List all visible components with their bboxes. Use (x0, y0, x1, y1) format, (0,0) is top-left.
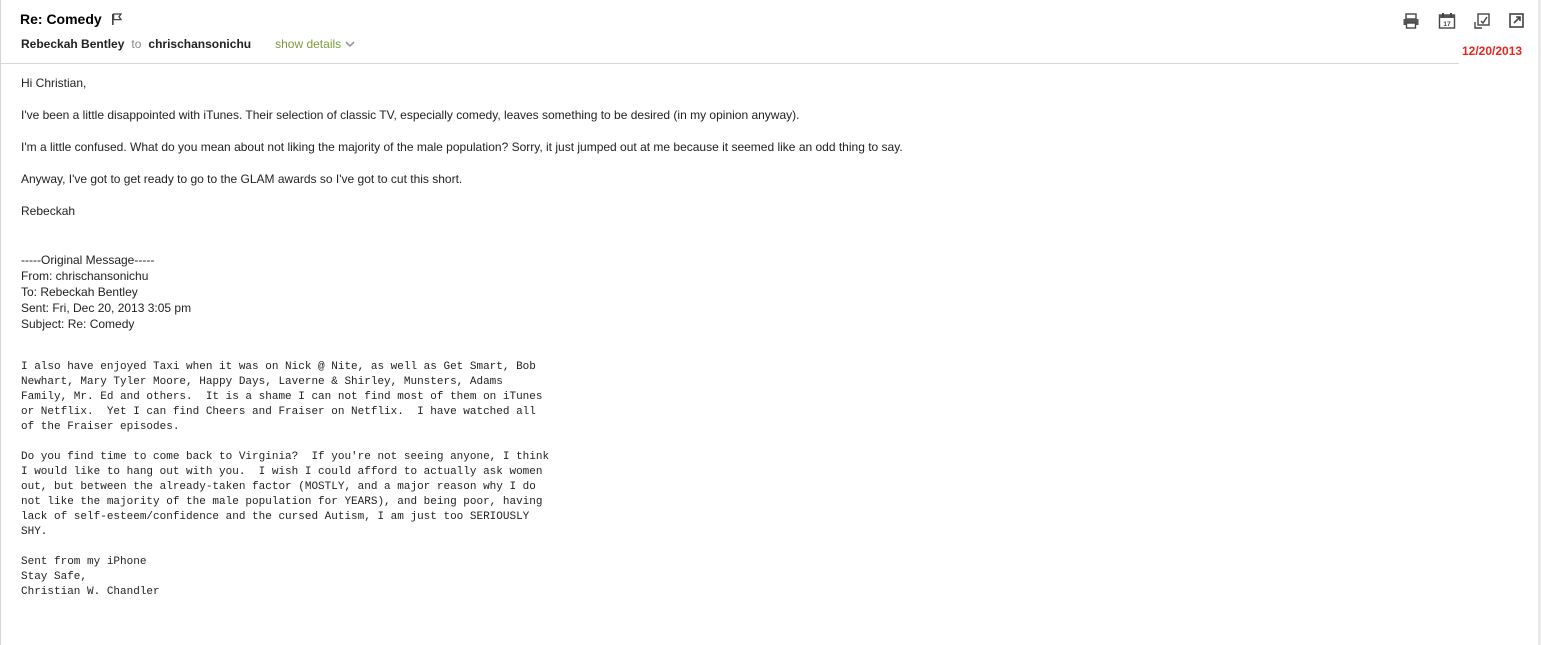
original-subject: Subject: Re: Comedy (21, 317, 135, 331)
header-divider (1, 63, 1459, 64)
original-message-line: Newhart, Mary Tyler Moore, Happy Days, L… (21, 376, 503, 388)
original-message-line: not like the majority of the male popula… (21, 496, 543, 508)
print-icon[interactable] (1402, 12, 1420, 30)
original-from: From: chrischansonichu (21, 269, 149, 283)
signature: Rebeckah (21, 204, 76, 218)
greeting: Hi Christian, (21, 76, 87, 90)
sender-name[interactable]: Rebeckah Bentley (21, 37, 124, 51)
body-paragraph: Anyway, I've got to get ready to go to t… (21, 172, 463, 186)
date-stamp: 12/20/2013 (1462, 44, 1523, 58)
to-label: to (131, 37, 142, 51)
original-message-line: I would like to hang out with you. I wis… (21, 466, 543, 478)
body-paragraph: I'm a little confused. What do you mean … (21, 140, 903, 154)
original-message-line: Stay Safe, (21, 571, 88, 583)
original-message-header: -----Original Message----- From: chrisch… (21, 252, 191, 332)
original-message-line: Family, Mr. Ed and others. It is a shame… (21, 391, 543, 403)
original-to: To: Rebeckah Bentley (21, 285, 138, 299)
original-message-line (21, 435, 549, 450)
show-details-label: show details (275, 37, 342, 51)
original-message-line: SHY. (21, 526, 48, 538)
original-message-line (21, 540, 549, 555)
original-message-line: of the Fraiser episodes. (21, 421, 180, 433)
original-message-line: lack of self-esteem/confidence and the c… (21, 511, 530, 523)
original-message-line: Sent from my iPhone (21, 556, 147, 568)
original-message-line: or Netflix. Yet I can find Cheers and Fr… (21, 406, 536, 418)
subject-row: Re: Comedy (20, 10, 123, 28)
left-border (0, 0, 1, 645)
email-subject: Re: Comedy (20, 11, 102, 27)
original-message-line: Christian W. Chandler (21, 586, 160, 598)
original-sent: Sent: Fri, Dec 20, 2013 3:05 pm (21, 301, 192, 315)
original-message-line: Do you find time to come back to Virgini… (21, 451, 550, 463)
new-window-icon[interactable] (1508, 12, 1526, 30)
reply-body: Hi Christian, I've been a little disappo… (21, 76, 1121, 236)
show-details-link[interactable]: show details (275, 37, 355, 51)
report-icon[interactable] (1473, 12, 1491, 30)
sender-row: Rebeckah Bentley to chrischansonichu sho… (21, 36, 355, 52)
original-message-line: out, but between the already-taken facto… (21, 481, 536, 493)
original-separator: -----Original Message----- (21, 253, 155, 267)
original-message-body: I also have enjoyed Taxi when it was on … (21, 360, 549, 600)
chevron-down-icon (345, 37, 355, 51)
body-paragraph: I've been a little disappointed with iTu… (21, 108, 800, 122)
flag-icon[interactable] (111, 12, 123, 26)
calendar-day: 17 (1443, 21, 1451, 28)
calendar-icon[interactable]: 17 (1438, 12, 1456, 30)
recipient-name[interactable]: chrischansonichu (148, 37, 251, 51)
original-message-line: I also have enjoyed Taxi when it was on … (21, 361, 536, 373)
